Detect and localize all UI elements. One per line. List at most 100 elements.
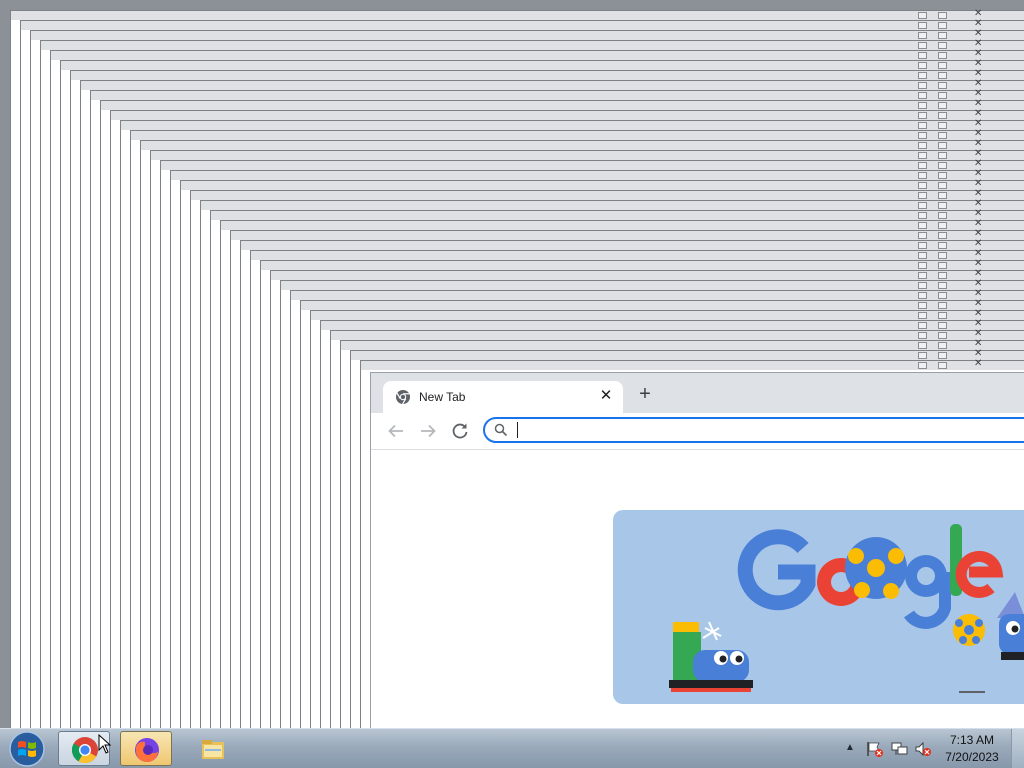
stacked-window-minimize-button	[918, 342, 927, 349]
stacked-window-tabstrip	[201, 201, 1024, 210]
stacked-window-maximize-button	[938, 42, 947, 49]
stacked-window-tabstrip	[151, 151, 1024, 160]
stacked-window-minimize-button	[918, 192, 927, 199]
address-bar[interactable]	[483, 417, 1024, 443]
stacked-window-minimize-button	[918, 222, 927, 229]
forward-button[interactable]	[416, 419, 440, 443]
stacked-window-minimize-button	[918, 172, 927, 179]
stacked-window-minimize-button	[918, 312, 927, 319]
stacked-window-maximize-button	[938, 332, 947, 339]
volume-muted-icon[interactable]	[914, 741, 932, 757]
new-tab-button[interactable]: +	[633, 383, 657, 407]
stacked-window-tabstrip	[221, 221, 1024, 230]
desktop: ✕ ✕ ✕ ✕ ✕ ✕ ✕ ✕ ✕ ✕ ✕ ✕ ✕ ✕ ✕ ✕ ✕ ✕ ✕ ✕ ✕ ✕ ✕ ✕ ✕ ✕ ✕ ✕ ✕ ✕ ✕ ✕ ✕ ✕ ✕ ✕ New…	[0, 0, 1024, 728]
stacked-window-maximize-button	[938, 222, 947, 229]
stacked-window-maximize-button	[938, 312, 947, 319]
chrome-icon	[71, 737, 98, 764]
stacked-window-minimize-button	[918, 152, 927, 159]
windows-start-orb-icon	[9, 731, 45, 767]
stacked-window-minimize-button	[918, 322, 927, 329]
back-arrow-icon	[388, 424, 403, 438]
stacked-window-maximize-button	[938, 152, 947, 159]
action-center-error-icon[interactable]	[866, 741, 884, 757]
stacked-window-maximize-button	[938, 182, 947, 189]
stacked-window-tabstrip	[251, 251, 1024, 260]
stacked-window-maximize-button	[938, 12, 947, 19]
stacked-window-minimize-button	[918, 122, 927, 129]
stacked-window-tabstrip	[41, 41, 1024, 50]
stacked-window-maximize-button	[938, 342, 947, 349]
stacked-window-tabstrip	[181, 181, 1024, 190]
chrome-favicon-icon	[396, 390, 410, 405]
stacked-window-tabstrip	[141, 141, 1024, 150]
stacked-window-maximize-button	[938, 72, 947, 79]
stacked-window-minimize-button	[918, 182, 927, 189]
stacked-window-maximize-button	[938, 352, 947, 359]
stacked-window-minimize-button	[918, 252, 927, 259]
taskbar-explorer-button[interactable]	[187, 731, 239, 766]
tab-new-tab[interactable]: New Tab ✕	[383, 381, 623, 413]
stacked-window-tabstrip	[211, 211, 1024, 220]
start-button[interactable]	[6, 730, 48, 768]
reload-button[interactable]	[448, 419, 472, 443]
stacked-window-maximize-button	[938, 232, 947, 239]
stacked-window-maximize-button	[938, 32, 947, 39]
stacked-window-maximize-button	[938, 22, 947, 29]
stacked-window-minimize-button	[918, 292, 927, 299]
stacked-window-maximize-button	[938, 102, 947, 109]
stacked-window-maximize-button	[938, 172, 947, 179]
firefox-icon	[135, 738, 159, 763]
taskbar-firefox-button[interactable]	[120, 731, 172, 766]
stacked-window-maximize-button	[938, 282, 947, 289]
text-caret	[517, 422, 518, 438]
stacked-window-minimize-button	[918, 102, 927, 109]
stacked-window-minimize-button	[918, 52, 927, 59]
stacked-window-tabstrip	[31, 31, 1024, 40]
back-button[interactable]	[384, 419, 408, 443]
stacked-window-maximize-button	[938, 252, 947, 259]
stacked-window-maximize-button	[938, 112, 947, 119]
clock-time[interactable]: 7:13 AM	[932, 733, 1012, 747]
stacked-window-tabstrip	[271, 271, 1024, 280]
stacked-window-tabstrip	[101, 101, 1024, 110]
show-desktop-button[interactable]	[1011, 729, 1024, 768]
search-icon	[494, 423, 508, 437]
stacked-window-minimize-button	[918, 72, 927, 79]
address-input[interactable]	[515, 421, 1024, 441]
browser-toolbar	[371, 413, 1024, 450]
stacked-window-maximize-button	[938, 362, 947, 369]
stacked-window-maximize-button	[938, 302, 947, 309]
stacked-window-maximize-button	[938, 292, 947, 299]
stacked-window-minimize-button	[918, 12, 927, 19]
stacked-window-tabstrip	[81, 81, 1024, 90]
stacked-window-minimize-button	[918, 62, 927, 69]
stacked-window-tabstrip	[281, 281, 1024, 290]
stacked-window-close-icon: ✕	[974, 358, 983, 369]
stacked-window-minimize-button	[918, 202, 927, 209]
stacked-window-tabstrip	[131, 131, 1024, 140]
stacked-window-tabstrip	[111, 111, 1024, 120]
clock-date[interactable]: 7/20/2023	[932, 750, 1012, 764]
show-hidden-icons-button[interactable]: ▲	[845, 742, 855, 753]
stacked-window-tabstrip	[241, 241, 1024, 250]
stacked-window-maximize-button	[938, 262, 947, 269]
network-icon[interactable]	[890, 741, 908, 757]
stacked-window-maximize-button	[938, 52, 947, 59]
stacked-window-maximize-button	[938, 62, 947, 69]
stacked-window-maximize-button	[938, 242, 947, 249]
stacked-window-minimize-button	[918, 162, 927, 169]
stacked-window-maximize-button	[938, 212, 947, 219]
stacked-window-tabstrip	[61, 61, 1024, 70]
browser-window: New Tab ✕ +	[370, 372, 1024, 728]
stacked-window-tabstrip	[291, 291, 1024, 300]
stacked-window-tabstrip	[51, 51, 1024, 60]
stacked-window-maximize-button	[938, 132, 947, 139]
stacked-window-maximize-button	[938, 192, 947, 199]
stacked-window-minimize-button	[918, 212, 927, 219]
stacked-window-minimize-button	[918, 82, 927, 89]
stacked-window-maximize-button	[938, 202, 947, 209]
tab-close-button[interactable]: ✕	[596, 386, 616, 406]
google-doodle[interactable]	[613, 510, 1024, 704]
system-tray: ▲ 7:13 AM 7/20/2023	[840, 729, 1024, 768]
stacked-window-tabstrip	[301, 301, 1024, 310]
